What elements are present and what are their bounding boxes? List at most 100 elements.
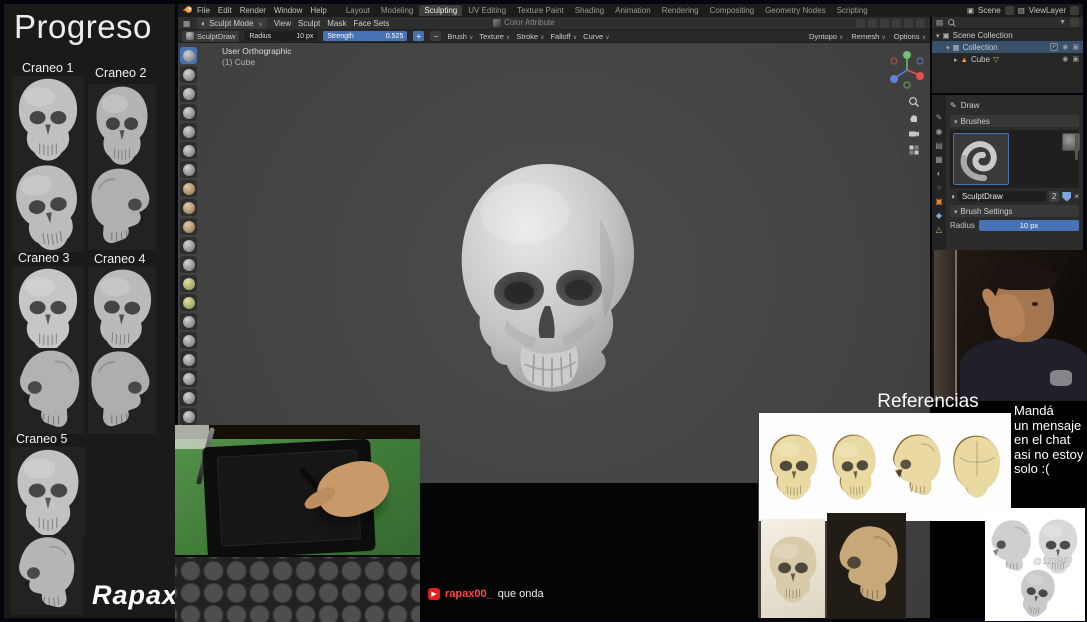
brush-elastic-icon[interactable] — [180, 351, 197, 368]
scene-tab-icon[interactable]: ◐ — [937, 169, 942, 178]
brush-multiplane-icon[interactable] — [180, 294, 197, 311]
falloff-dropdown[interactable]: Falloff — [550, 32, 577, 41]
radius-slider[interactable]: 10 px — [978, 220, 1079, 231]
object-tab-icon[interactable]: ▣ — [935, 197, 943, 206]
snap-magnet-icon[interactable] — [868, 18, 877, 28]
brushes-section-header[interactable]: Brushes — [950, 115, 1079, 127]
render-visibility-icon[interactable]: ▣ — [1072, 55, 1079, 63]
brush-pose-icon[interactable] — [180, 408, 197, 425]
tab-sculpting[interactable]: Sculpting — [419, 5, 463, 16]
menu-file[interactable]: File — [197, 6, 210, 15]
brush-users-count[interactable]: 2 — [1048, 191, 1060, 202]
expand-icon[interactable] — [954, 55, 958, 64]
tab-animation[interactable]: Animation — [610, 5, 656, 16]
move-hand-icon[interactable] — [908, 112, 920, 124]
direction-add-button[interactable]: + — [413, 31, 425, 41]
output-tab-icon[interactable]: ▤ — [935, 141, 943, 150]
tab-texture-paint[interactable]: Texture Paint — [512, 5, 569, 16]
tab-uv-editing[interactable]: UV Editing — [463, 5, 511, 16]
texture-dropdown[interactable]: Texture — [479, 32, 510, 41]
remesh-dropdown[interactable]: Remesh — [851, 32, 885, 41]
brush-layer-icon[interactable] — [180, 142, 197, 159]
brush-inflate-icon[interactable] — [180, 161, 197, 178]
new-scene-icon[interactable] — [1004, 6, 1014, 15]
camera-view-icon[interactable] — [908, 128, 920, 140]
stroke-dropdown[interactable]: Stroke — [516, 32, 544, 41]
expand-icon[interactable] — [946, 43, 950, 52]
menu-face-sets[interactable]: Face Sets — [353, 19, 389, 28]
menu-help[interactable]: Help — [310, 6, 326, 15]
brush-blob-icon[interactable] — [180, 180, 197, 197]
tab-modeling[interactable]: Modeling — [376, 5, 418, 16]
brush-pinch-icon[interactable] — [180, 313, 197, 330]
brush-clay-thumb-icon[interactable] — [180, 123, 197, 140]
brush-snake-hook-icon[interactable] — [180, 370, 197, 387]
world-tab-icon[interactable]: ○ — [937, 183, 942, 192]
viewlayer-selector[interactable]: ViewLayer — [1029, 6, 1066, 15]
zoom-icon[interactable] — [908, 96, 920, 108]
scene-selector[interactable]: Scene — [978, 6, 1001, 15]
shading-mode-icon[interactable] — [916, 18, 925, 28]
modifier-tab-icon[interactable]: ◆ — [936, 211, 942, 220]
brush-thumb-icon[interactable] — [180, 389, 197, 406]
expand-icon[interactable] — [936, 31, 940, 40]
brush-smooth-icon[interactable] — [180, 218, 197, 235]
blender-logo-icon[interactable] — [182, 5, 193, 16]
shelf-scrollbar[interactable] — [1075, 134, 1078, 160]
brush-clay-strips-icon[interactable] — [180, 104, 197, 121]
menu-sculpt[interactable]: Sculpt — [298, 19, 320, 28]
render-tab-icon[interactable]: ◉ — [936, 127, 943, 136]
curve-dropdown[interactable]: Curve — [583, 32, 609, 41]
new-viewlayer-icon[interactable] — [1070, 6, 1079, 15]
editor-type-icon[interactable]: ▦ — [183, 19, 190, 28]
mode-selector[interactable]: ◐ Sculpt Mode — [197, 17, 267, 29]
tab-rendering[interactable]: Rendering — [657, 5, 704, 16]
filter-icon[interactable]: ▼ — [1059, 19, 1066, 26]
brush-fill-icon[interactable] — [180, 256, 197, 273]
strength-slider[interactable]: Strength 0.525 — [323, 31, 408, 41]
checkbox-icon[interactable] — [1050, 43, 1059, 51]
hide-icon[interactable]: ◉ — [1062, 55, 1068, 63]
outliner-options-icon[interactable] — [1070, 18, 1079, 27]
hide-viewport-icon[interactable]: ◉ — [1062, 43, 1068, 51]
menu-window[interactable]: Window — [274, 6, 302, 15]
menu-mask[interactable]: Mask — [327, 19, 346, 28]
outliner-editor-icon[interactable]: ▤ — [936, 18, 943, 27]
brush-grab-icon[interactable] — [180, 332, 197, 349]
brush-flatten-icon[interactable] — [180, 237, 197, 254]
overlays-toggle-icon[interactable] — [892, 18, 901, 28]
ortho-grid-icon[interactable] — [908, 144, 920, 156]
tool-tab-icon[interactable]: ✎ — [936, 113, 943, 122]
outliner-cube-row[interactable]: ▲ Cube ▽ ◉▣ — [932, 53, 1083, 65]
tab-shading[interactable]: Shading — [570, 5, 609, 16]
brush-clay-icon[interactable] — [180, 85, 197, 102]
brush-thumbnail-sculptdraw[interactable] — [953, 133, 1009, 185]
tab-scripting[interactable]: Scripting — [832, 5, 873, 16]
menu-render[interactable]: Render — [240, 6, 266, 15]
xray-toggle-icon[interactable] — [904, 18, 913, 28]
disable-render-icon[interactable]: ▣ — [1072, 43, 1079, 51]
sculpted-skull-model[interactable] — [450, 158, 650, 396]
direction-subtract-button[interactable]: − — [430, 31, 442, 41]
unlink-icon[interactable]: × — [1074, 192, 1079, 201]
tab-geometry-nodes[interactable]: Geometry Nodes — [760, 5, 830, 16]
brush-scrape-icon[interactable] — [180, 275, 197, 292]
brush-settings-section-header[interactable]: Brush Settings — [950, 205, 1079, 217]
brush-crease-icon[interactable] — [180, 199, 197, 216]
menu-view[interactable]: View — [274, 19, 291, 28]
brush-draw-sharp-icon[interactable] — [180, 66, 197, 83]
dyntopo-dropdown[interactable]: Dyntopo — [809, 32, 843, 41]
tab-compositing[interactable]: Compositing — [705, 5, 759, 16]
brush-dropdown[interactable]: Brush — [447, 32, 473, 41]
active-brush-button[interactable]: SculptDraw — [182, 30, 240, 42]
proportional-edit-icon[interactable] — [856, 18, 865, 28]
outliner-scene-collection-row[interactable]: ▣ Scene Collection — [932, 29, 1083, 41]
viewlayer-tab-icon[interactable]: ▦ — [935, 155, 943, 164]
menu-edit[interactable]: Edit — [218, 6, 232, 15]
brush-name-field[interactable]: SculptDraw — [957, 191, 1046, 202]
outliner-collection-row[interactable]: ▦ Collection ◉▣ — [932, 41, 1083, 53]
tab-layout[interactable]: Layout — [341, 5, 375, 16]
brush-draw-icon[interactable] — [180, 47, 197, 64]
gizmos-toggle-icon[interactable] — [880, 18, 889, 28]
data-tab-icon[interactable]: △ — [936, 225, 942, 234]
